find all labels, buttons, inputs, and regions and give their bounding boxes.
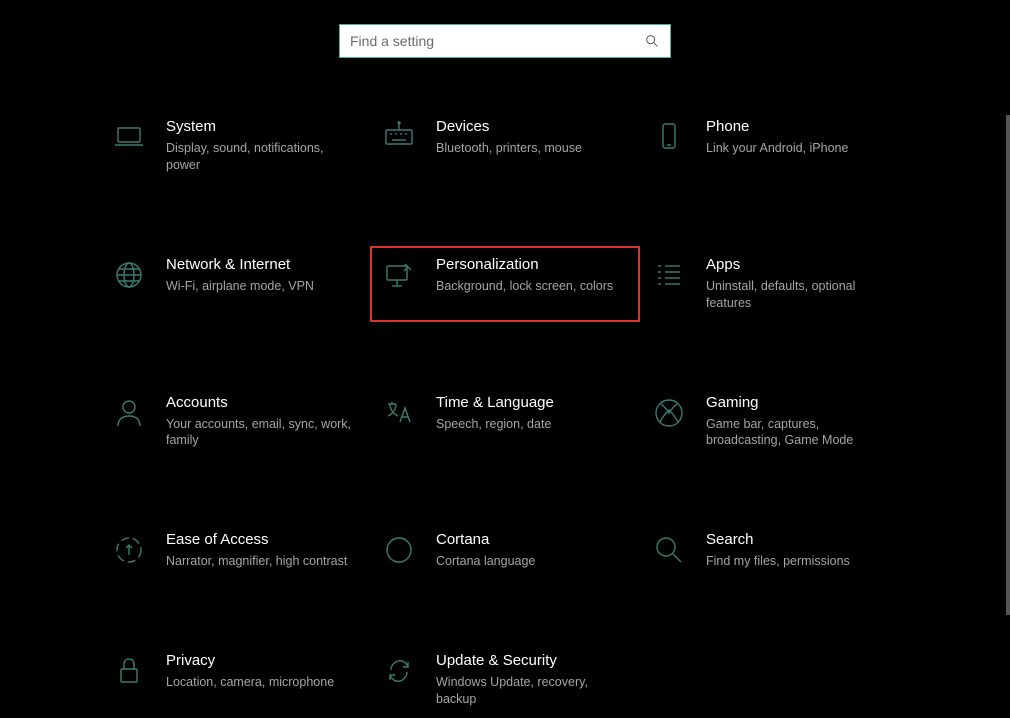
tile-title: Apps: [706, 256, 896, 274]
tile-phone[interactable]: Phone Link your Android, iPhone: [640, 108, 910, 184]
tile-network[interactable]: Network & Internet Wi-Fi, airplane mode, …: [100, 246, 370, 322]
tile-title: Devices: [436, 118, 582, 136]
tile-devices[interactable]: Devices Bluetooth, printers, mouse: [370, 108, 640, 184]
paint-icon: [382, 258, 416, 292]
tile-cortana[interactable]: Cortana Cortana language: [370, 521, 640, 580]
search-input[interactable]: [350, 33, 644, 49]
tile-search[interactable]: Search Find my files, permissions: [640, 521, 910, 580]
tile-desc: Wi-Fi, airplane mode, VPN: [166, 278, 314, 295]
tile-title: Cortana: [436, 531, 535, 549]
search-big-icon: [652, 533, 686, 567]
tile-title: Gaming: [706, 394, 896, 412]
tile-title: Accounts: [166, 394, 356, 412]
ease-icon: [112, 533, 146, 567]
tile-desc: Bluetooth, printers, mouse: [436, 140, 582, 157]
lock-icon: [112, 654, 146, 688]
globe-icon: [112, 258, 146, 292]
tile-title: Update & Security: [436, 652, 626, 670]
tile-desc: Windows Update, recovery, backup: [436, 674, 626, 708]
tile-desc: Game bar, captures, broadcasting, Game M…: [706, 416, 896, 450]
tile-title: Privacy: [166, 652, 334, 670]
tile-gaming[interactable]: Gaming Game bar, captures, broadcasting, …: [640, 384, 910, 460]
tile-title: Network & Internet: [166, 256, 314, 274]
tile-personalization[interactable]: Personalization Background, lock screen, …: [370, 246, 640, 322]
laptop-icon: [112, 120, 146, 154]
phone-icon: [652, 120, 686, 154]
scrollbar[interactable]: [1006, 115, 1010, 615]
person-icon: [112, 396, 146, 430]
tile-apps[interactable]: Apps Uninstall, defaults, optional featur…: [640, 246, 910, 322]
tile-title: Search: [706, 531, 850, 549]
tile-privacy[interactable]: Privacy Location, camera, microphone: [100, 642, 370, 718]
sync-icon: [382, 654, 416, 688]
search-icon: [644, 33, 660, 49]
search-box[interactable]: [339, 24, 671, 58]
tile-desc: Display, sound, notifications, power: [166, 140, 356, 174]
tile-desc: Find my files, permissions: [706, 553, 850, 570]
tile-accounts[interactable]: Accounts Your accounts, email, sync, work…: [100, 384, 370, 460]
tile-desc: Background, lock screen, colors: [436, 278, 613, 295]
tile-time-language[interactable]: Time & Language Speech, region, date: [370, 384, 640, 460]
keyboard-icon: [382, 120, 416, 154]
lang-icon: [382, 396, 416, 430]
tile-title: Phone: [706, 118, 848, 136]
tile-ease-of-access[interactable]: Ease of Access Narrator, magnifier, high …: [100, 521, 370, 580]
list-icon: [652, 258, 686, 292]
tile-title: Personalization: [436, 256, 613, 274]
tile-desc: Location, camera, microphone: [166, 674, 334, 691]
tile-desc: Narrator, magnifier, high contrast: [166, 553, 347, 570]
tile-desc: Uninstall, defaults, optional features: [706, 278, 896, 312]
xbox-icon: [652, 396, 686, 430]
tile-update[interactable]: Update & Security Windows Update, recover…: [370, 642, 640, 718]
tile-desc: Your accounts, email, sync, work, family: [166, 416, 356, 450]
cortana-icon: [382, 533, 416, 567]
tile-title: Ease of Access: [166, 531, 347, 549]
tile-title: Time & Language: [436, 394, 554, 412]
tile-system[interactable]: System Display, sound, notifications, pow…: [100, 108, 370, 184]
tile-desc: Speech, region, date: [436, 416, 554, 433]
tile-desc: Cortana language: [436, 553, 535, 570]
tile-desc: Link your Android, iPhone: [706, 140, 848, 157]
tile-title: System: [166, 118, 356, 136]
